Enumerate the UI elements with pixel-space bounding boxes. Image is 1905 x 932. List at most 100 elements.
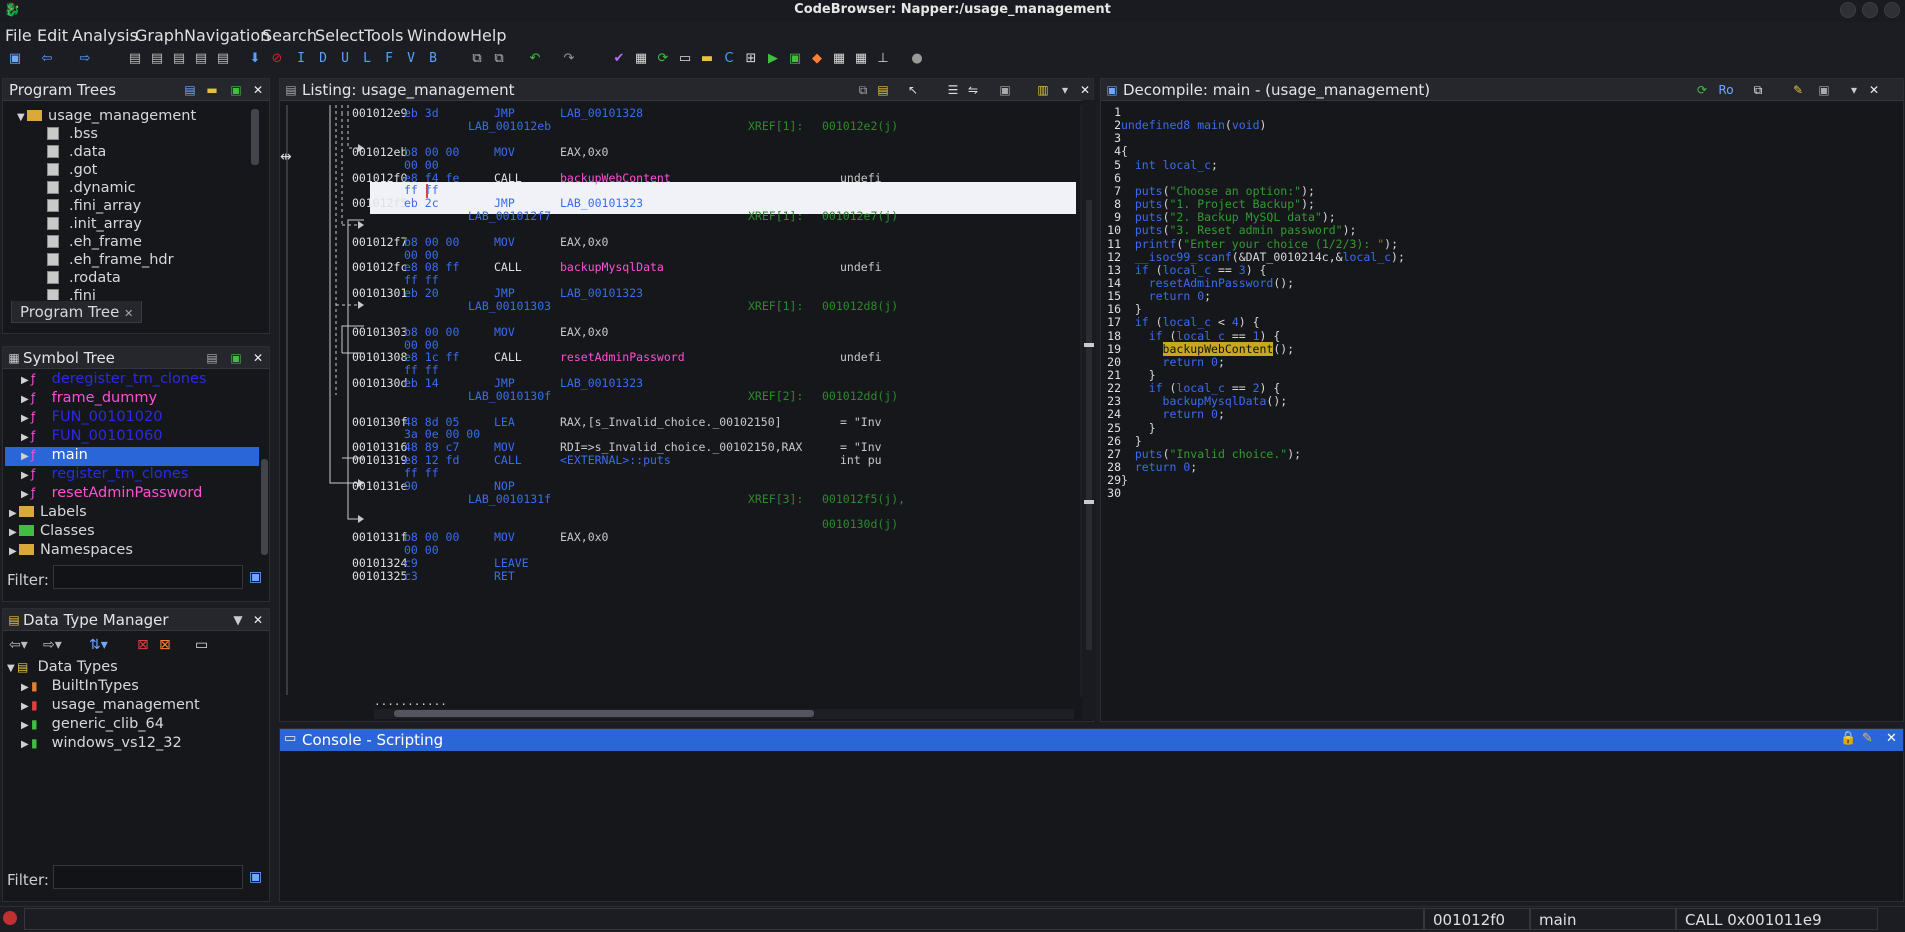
tree-root[interactable]: ▼ usage_management xyxy=(17,108,196,124)
listing-hscroll-track[interactable] xyxy=(374,709,1074,719)
tree-item-init-array[interactable]: .init_array xyxy=(47,216,142,232)
decompile-line[interactable]: } xyxy=(1121,434,1142,448)
listing-xref-addr[interactable]: 001012dd(j) xyxy=(822,389,898,403)
dtm-menu-icon[interactable]: ▼ xyxy=(231,613,245,627)
listing-address[interactable]: 0010131f xyxy=(352,530,407,544)
decompile-line[interactable]: int local_c; xyxy=(1121,158,1218,172)
decompile-line[interactable]: resetAdminPassword(); xyxy=(1121,276,1294,290)
listing-menu-icon[interactable]: ▾ xyxy=(1058,83,1072,97)
listing-bytes-cont[interactable]: ff ff xyxy=(404,183,439,197)
listing-mnemonic[interactable]: CALL xyxy=(494,453,522,467)
symbol-group-labels[interactable]: ▶ Labels xyxy=(9,504,87,520)
listing-comment[interactable]: undefi xyxy=(840,350,882,364)
decompile-line[interactable]: printf("Enter your choice (1/2/3): "); xyxy=(1121,237,1398,251)
listing-xref[interactable]: XREF[2]: xyxy=(748,389,803,403)
listing-bytes[interactable]: eb 14 xyxy=(404,376,439,390)
symbol-group-namespaces[interactable]: ▶ Namespaces xyxy=(9,542,133,557)
symbol-fn-main[interactable]: ▶ ƒ main xyxy=(21,447,88,463)
nav-v-icon[interactable]: V xyxy=(404,52,418,66)
listing-xref-addr[interactable]: 0010130d(j) xyxy=(822,517,898,531)
error-status-icon[interactable] xyxy=(3,911,17,925)
listing-mnemonic[interactable]: CALL xyxy=(494,260,522,274)
symbol-fn-fun-101060[interactable]: ▶ ƒ FUN_00101060 xyxy=(21,428,162,444)
listing-comment[interactable]: undefi xyxy=(840,260,882,274)
symbol-fn-frame-dummy[interactable]: ▶ ƒ frame_dummy xyxy=(21,390,157,406)
listing-address[interactable]: 0010130f xyxy=(352,415,407,429)
listing-comment[interactable]: int pu xyxy=(840,453,882,467)
decompile-line[interactable]: puts("3. Reset admin password"); xyxy=(1121,223,1357,237)
menu-file[interactable]: File xyxy=(5,26,32,45)
listing-close-icon[interactable]: ✕ xyxy=(1078,83,1092,97)
listing-operand[interactable]: EAX,0x0 xyxy=(560,530,608,544)
dtm-close-icon[interactable]: ✕ xyxy=(251,613,265,627)
listing-operand[interactable]: LAB_00101323 xyxy=(560,196,643,210)
listing-operand[interactable]: LAB_00101328 xyxy=(560,106,643,120)
listing-address[interactable]: 00101325 xyxy=(352,569,407,583)
decompile-edit-icon[interactable]: ✎ xyxy=(1791,83,1805,97)
close-tab-icon[interactable]: ✕ xyxy=(124,307,133,320)
listing-mnemonic[interactable]: MOV xyxy=(494,145,515,159)
decompile-line[interactable]: if (local_c < 4) { xyxy=(1121,315,1260,329)
listing-comment[interactable]: = "Inv xyxy=(840,415,882,429)
back-icon[interactable]: ⇦ xyxy=(40,52,54,66)
listing-address[interactable]: 00101316 xyxy=(352,440,407,454)
debug-icon[interactable]: ▣ xyxy=(788,52,802,66)
dtm-arch-icon[interactable]: ⇅▾ xyxy=(89,637,108,653)
decompile-refresh-icon[interactable]: ⟳ xyxy=(1695,83,1709,97)
listing-xref[interactable]: XREF[1]: xyxy=(748,209,803,223)
listing-xref-addr[interactable]: 001012f5(j), xyxy=(822,492,905,506)
dtm-windows-vs12[interactable]: ▶ ▮ windows_vs12_32 xyxy=(21,735,182,751)
symbol-group-classes[interactable]: ▶ Classes xyxy=(9,523,95,539)
listing-operand[interactable]: EAX,0x0 xyxy=(560,235,608,249)
listing-mnemonic[interactable]: LEA xyxy=(494,415,515,429)
listing-bytes[interactable]: e8 08 ff xyxy=(404,260,459,274)
stop-icon[interactable]: ⊘ xyxy=(270,52,284,66)
memory-icon[interactable]: ▭ xyxy=(678,52,692,66)
nav-doc-icon-4[interactable]: ▤ xyxy=(194,52,208,66)
listing-mnemonic[interactable]: RET xyxy=(494,569,515,583)
listing-operand[interactable]: <EXTERNAL>::puts xyxy=(560,453,671,467)
listing-xref-addr[interactable]: 001012d8(j) xyxy=(822,299,898,313)
listing-copy-icon[interactable]: ⧉ xyxy=(856,83,870,97)
listing-address[interactable]: 001012f5 xyxy=(352,196,407,210)
symbol-fn-register[interactable]: ▶ ƒ register_tm_clones xyxy=(21,466,188,482)
menu-graph[interactable]: Graph xyxy=(135,26,184,45)
listing-bytes-cont[interactable]: ff ff xyxy=(404,273,439,287)
listing-bytes[interactable]: 48 89 c7 xyxy=(404,440,459,454)
listing-bytes[interactable]: b8 00 00 xyxy=(404,530,459,544)
menu-select[interactable]: Select xyxy=(315,26,364,45)
dtm-filter-options-icon[interactable]: ▣ xyxy=(249,869,262,885)
folder-icon[interactable]: ▬ xyxy=(700,52,714,66)
listing-mnemonic[interactable]: JMP xyxy=(494,196,515,210)
listing-mnemonic[interactable]: JMP xyxy=(494,286,515,300)
decompile-line[interactable]: return 0; xyxy=(1121,289,1211,303)
decompile-line[interactable]: if (local_c == 2) { xyxy=(1121,381,1281,395)
listing-comment[interactable]: = "Inv xyxy=(840,440,882,454)
listing-bytes-cont[interactable]: 00 00 xyxy=(404,338,439,352)
symbol-filter-options-icon[interactable]: ▣ xyxy=(249,569,262,585)
decompile-line[interactable]: puts("Choose an option:"); xyxy=(1121,184,1315,198)
code-icon[interactable]: C xyxy=(722,52,736,66)
decompile-line[interactable]: if (local_c == 1) { xyxy=(1121,329,1281,343)
symbol-fn-deregister[interactable]: ▶ ƒ deregister_tm_clones xyxy=(21,371,207,387)
dtm-forward-icon[interactable]: ⇨▾ xyxy=(43,637,62,653)
dtm-root[interactable]: ▼ ▤ Data Types xyxy=(7,659,118,675)
tree-item-eh-frame-hdr[interactable]: .eh_frame_hdr xyxy=(47,252,174,268)
tree-item-eh-frame[interactable]: .eh_frame xyxy=(47,234,142,250)
listing-comment[interactable]: undefi xyxy=(840,171,882,185)
download-icon[interactable]: ⬇ xyxy=(248,52,262,66)
listing-bytes[interactable]: c3 xyxy=(404,569,418,583)
decompile-copy-icon[interactable]: ⧉ xyxy=(1751,83,1765,97)
hierarchy-icon[interactable]: ⊥ xyxy=(876,52,890,66)
listing-operand[interactable]: EAX,0x0 xyxy=(560,145,608,159)
tree-icon[interactable]: ⊞ xyxy=(744,52,758,66)
decompile-menu-icon[interactable]: ▾ xyxy=(1847,83,1861,97)
listing-xref[interactable]: XREF[3]: xyxy=(748,492,803,506)
dtm-window-icon[interactable]: ▭ xyxy=(195,637,208,653)
decompile-line[interactable]: backupMysqlData(); xyxy=(1121,394,1288,408)
paste-icon[interactable]: ⧉ xyxy=(492,52,506,66)
tree-item-fini-array[interactable]: .fini_array xyxy=(47,198,141,214)
decompile-line[interactable]: { xyxy=(1121,144,1128,158)
listing-diff-icon[interactable]: ⇋ xyxy=(966,83,980,97)
listing-layout-icon[interactable]: ▥ xyxy=(1036,83,1050,97)
